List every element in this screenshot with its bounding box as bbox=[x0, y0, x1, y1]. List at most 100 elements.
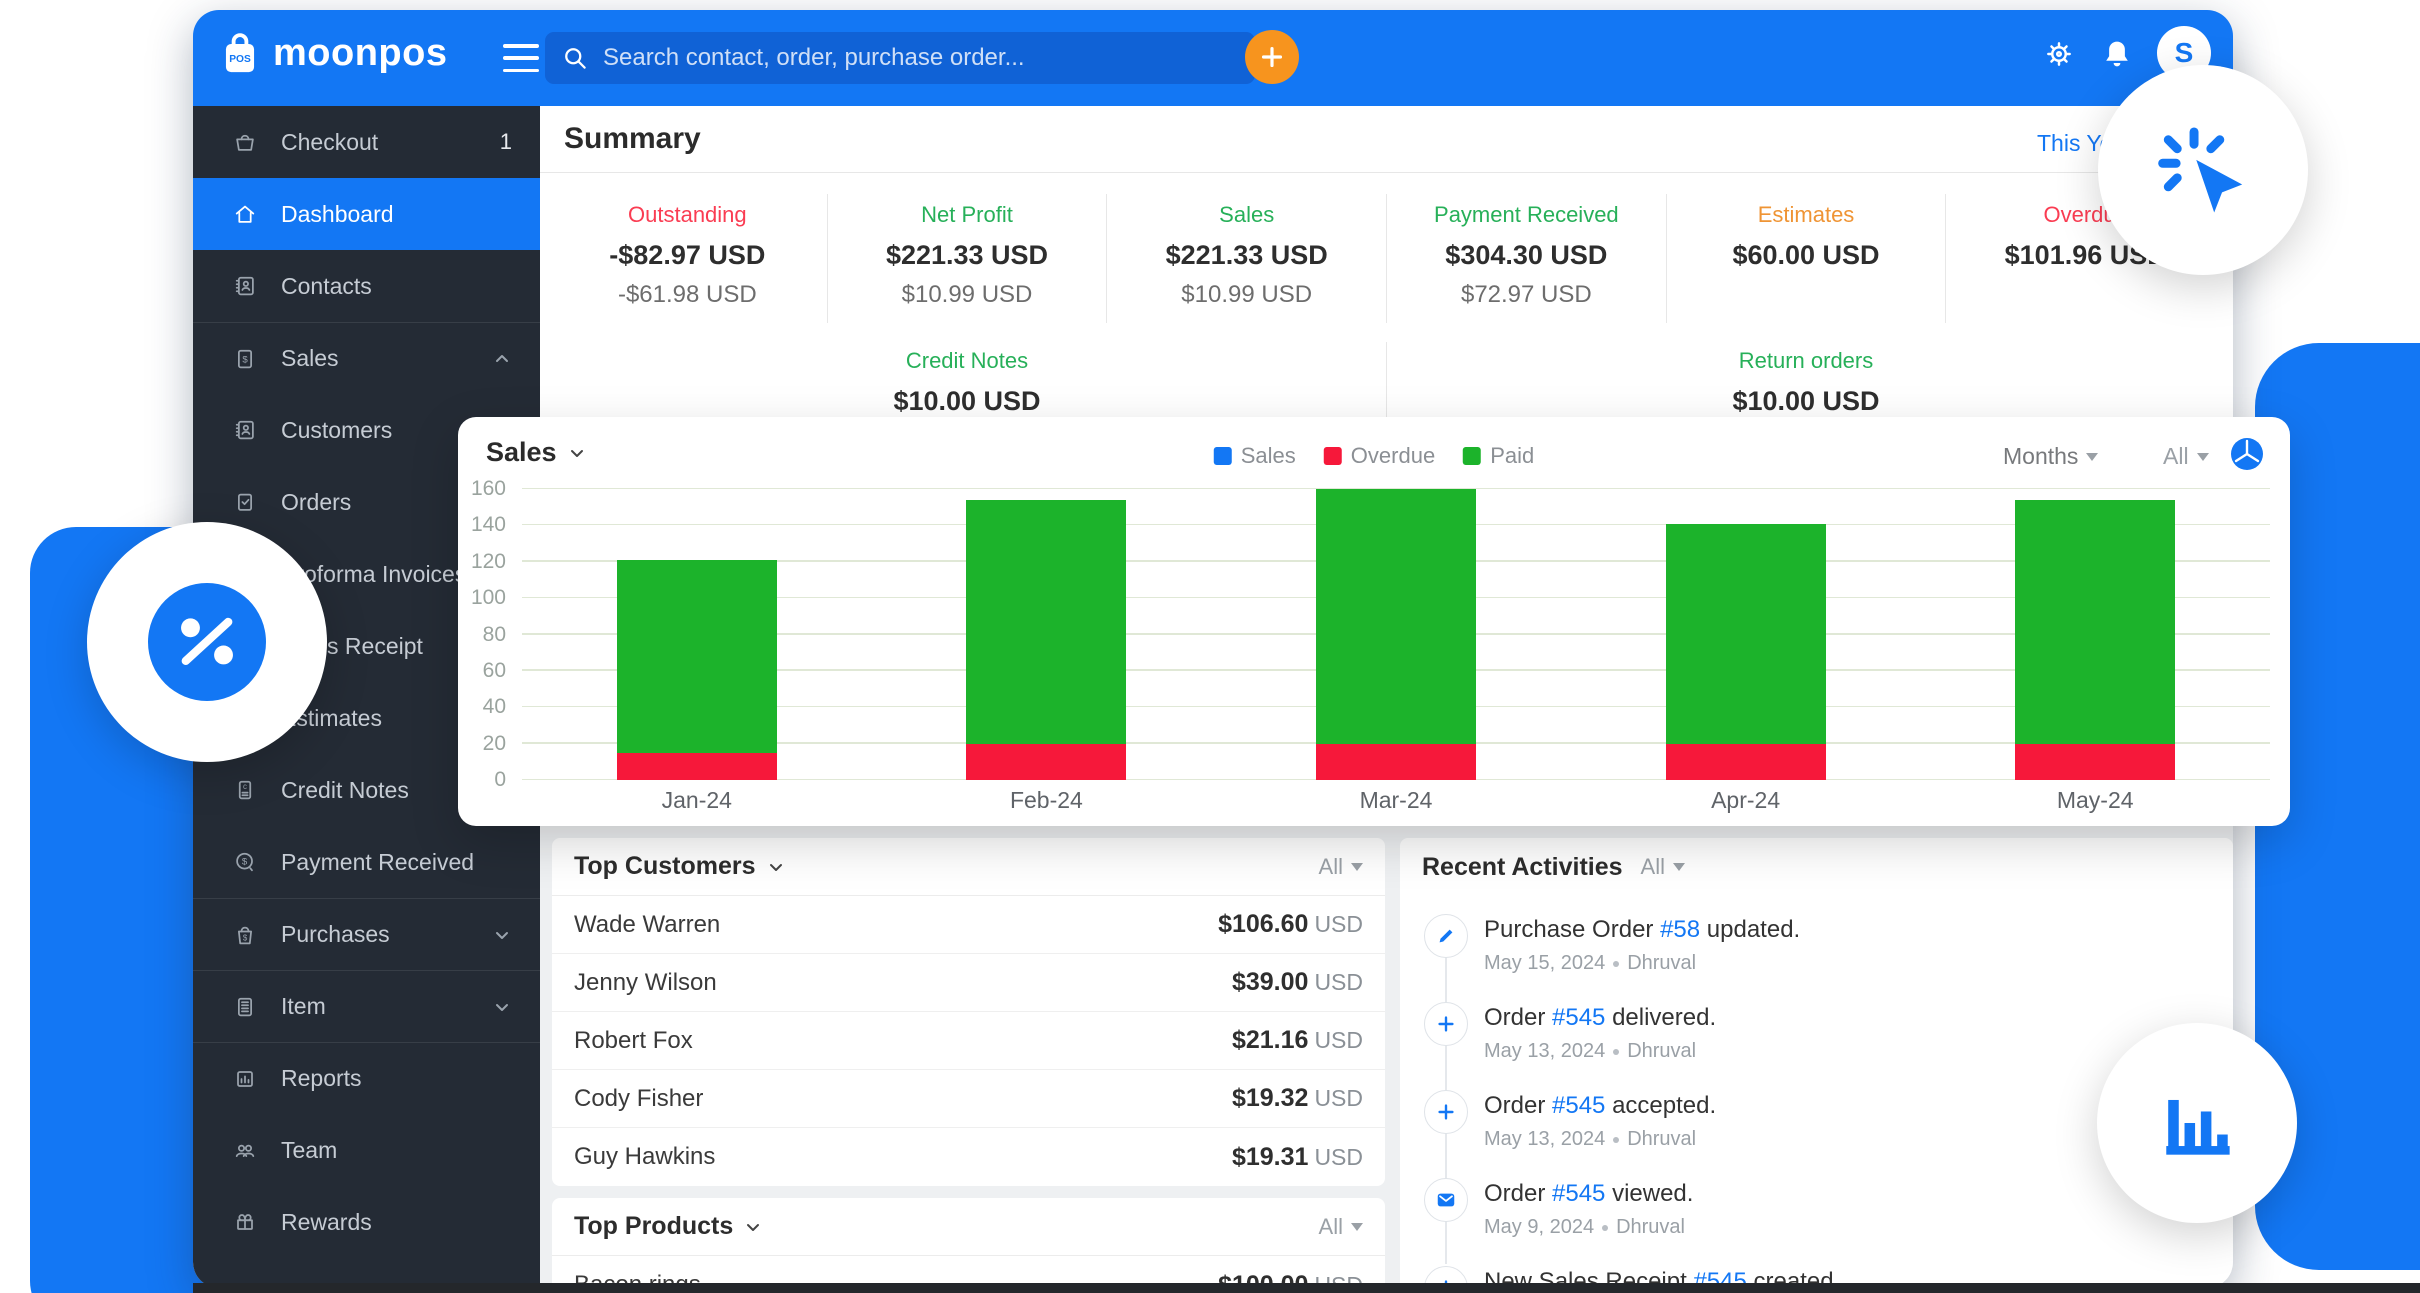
activity-item[interactable]: Order #545 delivered. May 13, 2024Dhruva… bbox=[1400, 990, 2233, 1078]
analytics-badge bbox=[2097, 1023, 2297, 1223]
sidebar-item-label: Purchases bbox=[281, 921, 390, 948]
customer-row[interactable]: Guy Hawkins $19.31 USD bbox=[552, 1128, 1385, 1186]
dot-separator bbox=[1613, 1137, 1619, 1143]
legend-label: Sales bbox=[1241, 443, 1296, 469]
global-search[interactable] bbox=[545, 32, 1255, 84]
order-link[interactable]: #545 bbox=[1552, 1092, 1605, 1119]
chart-title[interactable]: Sales bbox=[486, 437, 587, 468]
y-tick-label: 80 bbox=[483, 623, 506, 647]
divider bbox=[540, 172, 2233, 173]
sidebar-item-item[interactable]: Item bbox=[193, 970, 540, 1042]
overdue-segment bbox=[617, 753, 777, 780]
chart-type-pie-icon[interactable] bbox=[2228, 435, 2266, 473]
customer-row[interactable]: Cody Fisher $19.32 USD bbox=[552, 1070, 1385, 1128]
paid-segment bbox=[1316, 489, 1476, 744]
home-icon bbox=[231, 200, 259, 228]
sidebar-item-label: Customers bbox=[281, 417, 392, 444]
y-tick-label: 160 bbox=[471, 477, 506, 501]
overdue-segment bbox=[966, 744, 1126, 780]
checkout-basket-icon bbox=[231, 128, 259, 156]
sidebar-item-label: Orders bbox=[281, 489, 351, 516]
y-tick-label: 40 bbox=[483, 695, 506, 719]
y-tick-label: 120 bbox=[471, 550, 506, 574]
sidebar-item-label: Credit Notes bbox=[281, 777, 409, 804]
order-link[interactable]: #545 bbox=[1552, 1180, 1605, 1207]
dropdown-arrow-icon bbox=[1351, 1223, 1363, 1231]
checkout-count-badge: 1 bbox=[500, 129, 512, 155]
cursor-click-icon bbox=[2147, 114, 2259, 226]
sidebar-item-label: Payment Received bbox=[281, 849, 474, 876]
legend-item-sales[interactable]: Sales bbox=[1214, 443, 1296, 469]
sidebar-item-checkout[interactable]: Checkout 1 bbox=[193, 106, 540, 178]
sidebar-item-label: Rewards bbox=[281, 1209, 372, 1236]
menu-toggle-icon[interactable] bbox=[503, 44, 539, 72]
sidebar-item-sales[interactable]: $ Sales bbox=[193, 322, 540, 394]
top-products-header: Top Products All bbox=[552, 1198, 1385, 1256]
svg-text:$: $ bbox=[242, 857, 248, 868]
chart-legend: Sales Overdue Paid bbox=[1214, 443, 1534, 469]
overdue-segment bbox=[2015, 744, 2175, 780]
dot-separator bbox=[1602, 1225, 1608, 1231]
customer-row[interactable]: Robert Fox $21.16 USD bbox=[552, 1012, 1385, 1070]
customer-row[interactable]: Jenny Wilson $39.00 USD bbox=[552, 954, 1385, 1012]
top-products-card: Top Products All Bacon rings $100.00 USD bbox=[552, 1198, 1385, 1288]
discount-badge bbox=[87, 522, 327, 762]
brand-logo[interactable]: POS moonpos bbox=[219, 30, 447, 76]
chart-yaxis: 020406080100120140160 bbox=[462, 489, 514, 780]
add-new-button[interactable] bbox=[1245, 30, 1299, 84]
x-tick-label: May-24 bbox=[2057, 787, 2134, 814]
top-customers-header: Top Customers All bbox=[552, 838, 1385, 896]
bar-Mar-24 bbox=[1316, 489, 1476, 780]
chevron-down-icon[interactable] bbox=[766, 857, 786, 877]
top-customers-title: Top Customers bbox=[574, 852, 786, 881]
activity-item[interactable]: Order #545 viewed. May 9, 2024Dhruval bbox=[1400, 1166, 2233, 1254]
edit-pencil-icon bbox=[1424, 914, 1468, 958]
sidebar-item-reports[interactable]: Reports bbox=[193, 1042, 540, 1114]
sidebar-item-label: Reports bbox=[281, 1065, 362, 1092]
sidebar-item-label: Team bbox=[281, 1137, 337, 1164]
top-customers-filter[interactable]: All bbox=[1319, 854, 1363, 880]
chevron-down-icon bbox=[492, 997, 512, 1017]
legend-item-overdue[interactable]: Overdue bbox=[1324, 443, 1435, 469]
notifications-bell-icon[interactable] bbox=[2099, 36, 2135, 72]
reports-chart-icon bbox=[231, 1065, 259, 1093]
order-link[interactable]: #545 bbox=[1552, 1004, 1605, 1031]
mail-icon bbox=[1424, 1178, 1468, 1222]
click-badge bbox=[2098, 65, 2308, 275]
sidebar-item-payment-received[interactable]: $ Payment Received bbox=[193, 826, 540, 898]
dropdown-arrow-icon bbox=[2086, 453, 2098, 461]
stat-sales: Sales $221.33 USD $10.99 USD bbox=[1107, 194, 1387, 323]
plus-icon bbox=[1424, 1002, 1468, 1046]
top-products-filter[interactable]: All bbox=[1319, 1214, 1363, 1240]
sidebar-item-rewards[interactable]: Rewards bbox=[193, 1186, 540, 1258]
sidebar-item-team[interactable]: Team bbox=[193, 1114, 540, 1186]
sales-chart-card: Sales SalesOverduePaid Months All 020406… bbox=[458, 417, 2290, 826]
y-tick-label: 140 bbox=[471, 513, 506, 537]
search-icon bbox=[561, 44, 589, 72]
chart-interval-selector[interactable]: Months bbox=[2003, 443, 2098, 470]
topbar: POS moonpos bbox=[193, 10, 2233, 106]
dropdown-arrow-icon bbox=[1351, 863, 1363, 871]
legend-swatch bbox=[1214, 447, 1232, 465]
sidebar-item-purchases[interactable]: $ Purchases bbox=[193, 898, 540, 970]
sidebar-item-contacts[interactable]: Contacts bbox=[193, 250, 540, 322]
y-tick-label: 100 bbox=[471, 586, 506, 610]
shopping-bag-logo-icon: POS bbox=[219, 30, 261, 76]
activity-item[interactable]: Purchase Order #58 updated. May 15, 2024… bbox=[1400, 902, 2233, 990]
chevron-down-icon[interactable] bbox=[743, 1217, 763, 1237]
y-tick-label: 60 bbox=[483, 659, 506, 683]
top-customers-card: Top Customers All Wade Warren $106.60 US… bbox=[552, 838, 1385, 1186]
y-tick-label: 0 bbox=[494, 768, 506, 792]
legend-item-paid[interactable]: Paid bbox=[1463, 443, 1534, 469]
chart-filter-selector[interactable]: All bbox=[2163, 443, 2209, 470]
sidebar-item-dashboard[interactable]: Dashboard bbox=[193, 178, 540, 250]
svg-text:c: c bbox=[243, 782, 247, 791]
settings-gear-icon[interactable] bbox=[2041, 36, 2077, 72]
activities-filter[interactable]: All bbox=[1641, 854, 1685, 880]
chevron-down-icon bbox=[567, 443, 587, 463]
chevron-down-icon bbox=[492, 925, 512, 945]
customer-row[interactable]: Wade Warren $106.60 USD bbox=[552, 896, 1385, 954]
order-link[interactable]: #58 bbox=[1660, 916, 1700, 943]
bar-Jan-24 bbox=[617, 489, 777, 780]
search-input[interactable] bbox=[603, 44, 1239, 72]
